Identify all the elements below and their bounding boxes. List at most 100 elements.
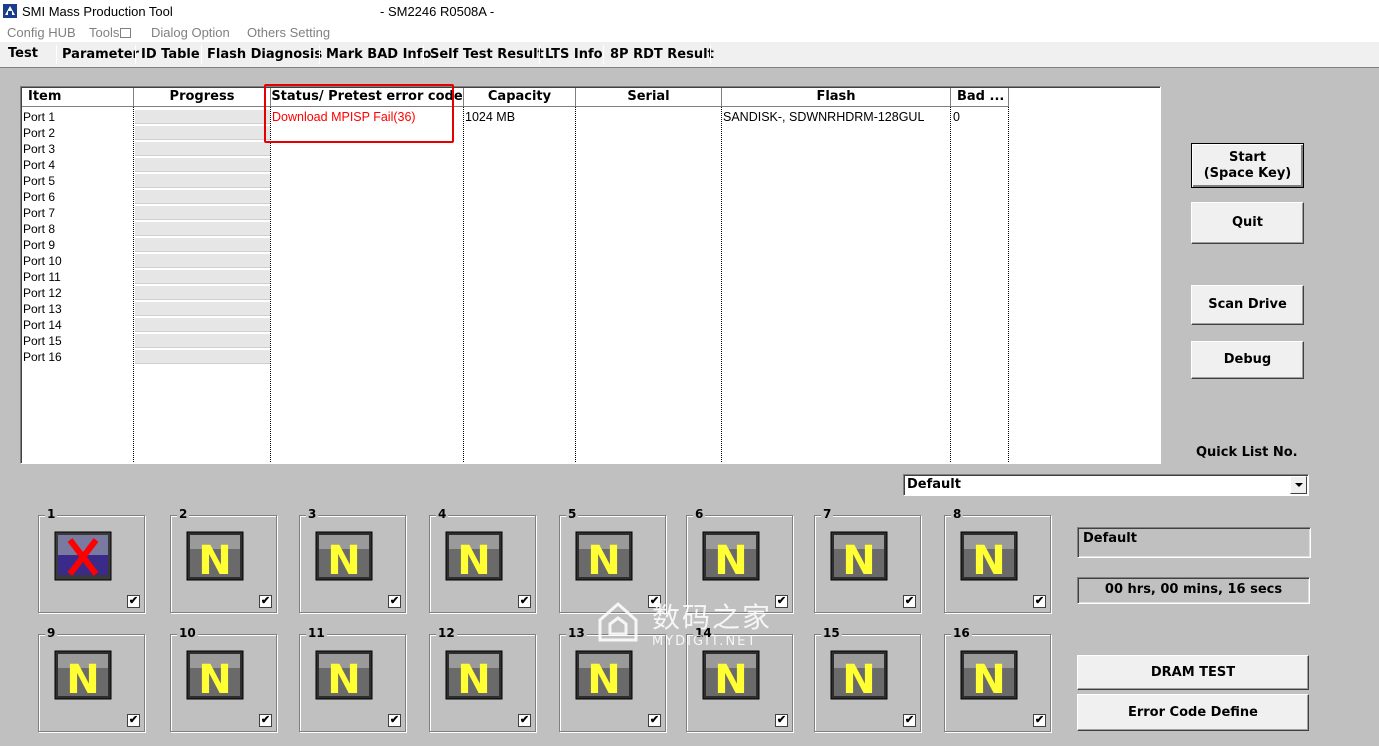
port-panel-12[interactable]: 12 N ✔ (429, 626, 536, 732)
column-header-item[interactable]: Item (22, 88, 134, 107)
tab-mark-bad-info[interactable]: Mark BAD Info (326, 47, 431, 62)
progress-bar (135, 302, 270, 316)
port-enable-checkbox[interactable]: ✔ (127, 714, 140, 727)
port-row-label[interactable]: Port 3 (23, 142, 55, 156)
port-enable-checkbox[interactable]: ✔ (648, 595, 661, 608)
port-panel-10[interactable]: 10 N ✔ (170, 626, 277, 732)
progress-bar (135, 206, 270, 220)
port-row-label[interactable]: Port 15 (23, 334, 62, 348)
menu-tools[interactable]: Tools (89, 25, 132, 40)
svg-text:N: N (457, 538, 490, 582)
port-idle-n-icon: N (702, 531, 760, 582)
port-row-label[interactable]: Port 9 (23, 238, 55, 252)
port-row-label[interactable]: Port 2 (23, 126, 55, 140)
port-enable-checkbox[interactable]: ✔ (775, 595, 788, 608)
tab-8p-rdt-result[interactable]: 8P RDT Result (610, 47, 714, 62)
svg-text:N: N (972, 657, 1005, 701)
port-status-grid[interactable]: Item Progress Status/ Pretest error code… (20, 86, 1161, 464)
column-header-bad[interactable]: Bad ... (951, 88, 1009, 107)
tab-id-table[interactable]: ID Table (141, 47, 200, 62)
port-panel-6[interactable]: 6 N ✔ (686, 507, 793, 613)
column-header-flash[interactable]: Flash (722, 88, 951, 107)
error-code-define-button[interactable]: Error Code Define (1077, 694, 1309, 731)
port-row-label[interactable]: Port 14 (23, 318, 62, 332)
progress-bar (135, 270, 270, 284)
svg-text:N: N (66, 657, 99, 701)
port-panel-15[interactable]: 15 N ✔ (814, 626, 921, 732)
port-panel-5[interactable]: 5 N ✔ (559, 507, 666, 613)
port-row-label[interactable]: Port 4 (23, 158, 55, 172)
port-row-label[interactable]: Port 11 (23, 270, 61, 284)
port-panel-2[interactable]: 2 N ✔ (170, 507, 277, 613)
tab-parameter[interactable]: Parameter (62, 47, 139, 62)
tab-test[interactable]: Test (8, 46, 38, 61)
tab-lts-info[interactable]: LTS Info (545, 47, 603, 62)
port-panel-11[interactable]: 11 N ✔ (299, 626, 406, 732)
port-enable-checkbox[interactable]: ✔ (1033, 595, 1046, 608)
port-row-label[interactable]: Port 12 (23, 286, 62, 300)
port-row-label[interactable]: Port 1 (23, 110, 55, 124)
port-enable-checkbox[interactable]: ✔ (388, 714, 401, 727)
port-row-label[interactable]: Port 8 (23, 222, 55, 236)
port-number: 10 (177, 626, 198, 640)
port1-bad-count: 0 (953, 110, 960, 124)
port-enable-checkbox[interactable]: ✔ (127, 595, 140, 608)
port-panel-13[interactable]: 13 N ✔ (559, 626, 666, 732)
quit-button[interactable]: Quit (1191, 202, 1304, 244)
port-panel-16[interactable]: 16 N ✔ (944, 626, 1051, 732)
tab-self-test-result[interactable]: Self Test Result (430, 47, 544, 62)
debug-button[interactable]: Debug (1191, 341, 1304, 379)
port-row-label[interactable]: Port 5 (23, 174, 55, 188)
port-row-label[interactable]: Port 10 (23, 254, 62, 268)
tab-separator (603, 45, 604, 64)
tab-flash-diagnosis[interactable]: Flash Diagnosis (207, 47, 322, 62)
port-panel-4[interactable]: 4 N ✔ (429, 507, 536, 613)
port-idle-n-icon: N (830, 531, 888, 582)
port-number: 8 (951, 507, 964, 521)
column-divider (463, 107, 464, 462)
port-row-label[interactable]: Port 16 (23, 350, 62, 364)
port-enable-checkbox[interactable]: ✔ (775, 714, 788, 727)
profile-display: Default (1077, 527, 1311, 558)
port-panel-1[interactable]: 1 ✔ (38, 507, 145, 613)
port-panel-3[interactable]: 3 N ✔ (299, 507, 406, 613)
dram-test-button[interactable]: DRAM TEST (1077, 655, 1309, 690)
port-enable-checkbox[interactable]: ✔ (388, 595, 401, 608)
quick-list-label: Quick List No. (1196, 445, 1298, 460)
port-enable-checkbox[interactable]: ✔ (518, 595, 531, 608)
port-panel-7[interactable]: 7 N ✔ (814, 507, 921, 613)
scan-drive-button[interactable]: Scan Drive (1191, 285, 1304, 325)
menu-dialog-option[interactable]: Dialog Option (151, 25, 230, 40)
column-header-progress[interactable]: Progress (134, 88, 271, 107)
port-enable-checkbox[interactable]: ✔ (903, 714, 916, 727)
port-row-label[interactable]: Port 7 (23, 206, 55, 220)
port-panel-9[interactable]: 9 N ✔ (38, 626, 145, 732)
chevron-down-icon[interactable] (1290, 476, 1307, 494)
port-enable-checkbox[interactable]: ✔ (259, 714, 272, 727)
start-button[interactable]: Start (Space Key) (1191, 143, 1304, 188)
port-panel-14[interactable]: 14 N ✔ (686, 626, 793, 732)
start-button-hotkey: (Space Key) (1203, 165, 1292, 181)
menu-config-hub[interactable]: Config HUB (7, 25, 76, 40)
port-enable-checkbox[interactable]: ✔ (259, 595, 272, 608)
port-number: 7 (821, 507, 834, 521)
port-enable-checkbox[interactable]: ✔ (1033, 714, 1046, 727)
port-enable-checkbox[interactable]: ✔ (648, 714, 661, 727)
column-header-capacity[interactable]: Capacity (464, 88, 576, 107)
port1-capacity: 1024 MB (465, 110, 516, 124)
port-panel-8[interactable]: 8 N ✔ (944, 507, 1051, 613)
port-enable-checkbox[interactable]: ✔ (903, 595, 916, 608)
svg-text:N: N (198, 538, 231, 582)
quick-list-select[interactable]: Default (903, 474, 1309, 496)
column-divider (133, 107, 134, 462)
port-number: 2 (177, 507, 190, 521)
port-row-label[interactable]: Port 6 (23, 190, 55, 204)
column-divider (721, 107, 722, 462)
menu-bar: Config HUB Tools Dialog Option Others Se… (0, 22, 1379, 42)
menu-others-setting[interactable]: Others Setting (247, 25, 330, 40)
port-enable-checkbox[interactable]: ✔ (518, 714, 531, 727)
port-row-label[interactable]: Port 13 (23, 302, 62, 316)
port-number: 1 (45, 507, 58, 521)
port-idle-n-icon: N (315, 531, 373, 582)
column-header-serial[interactable]: Serial (576, 88, 722, 107)
